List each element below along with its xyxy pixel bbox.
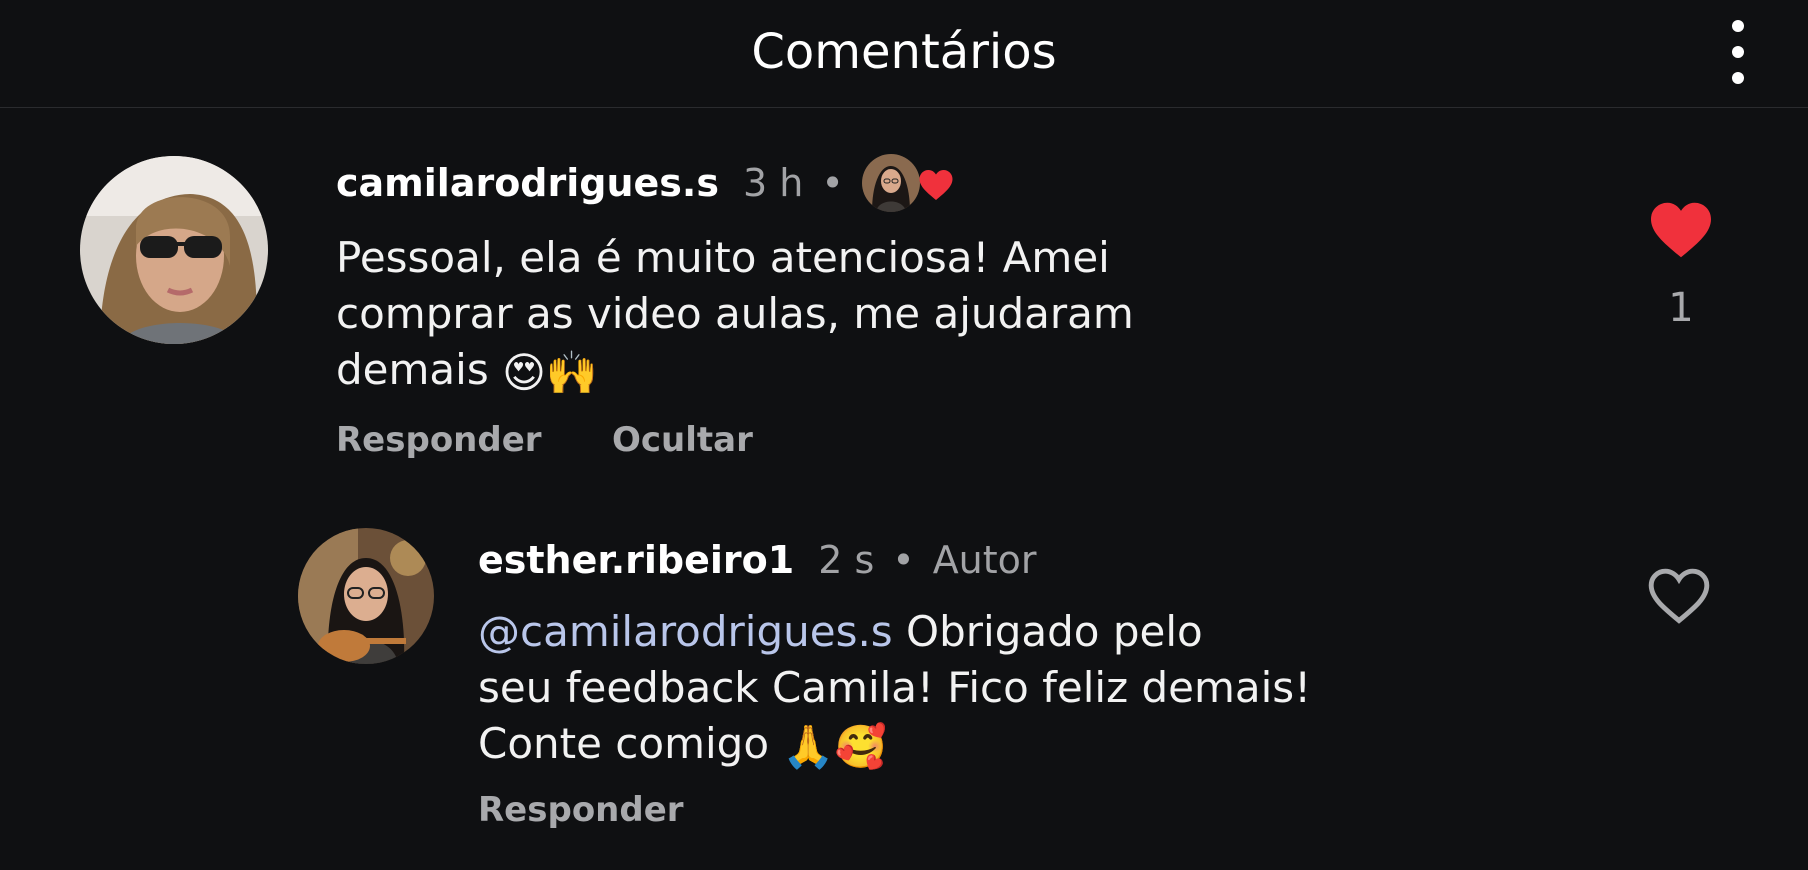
username[interactable]: esther.ribeiro1 — [478, 538, 794, 582]
timestamp: 2 s — [818, 538, 875, 582]
more-options-button[interactable] — [1712, 16, 1764, 92]
page-title: Comentários — [751, 24, 1057, 80]
smiling-face-hearts-emoji: 🥰 — [834, 721, 887, 771]
comment-body: Pessoal, ela é muito atenciosa! Amei com… — [336, 233, 1134, 394]
reply-button[interactable]: Responder — [336, 420, 542, 460]
comment-meta: esther.ribeiro1 2 s • Autor — [478, 534, 1037, 586]
hide-button[interactable]: Ocultar — [612, 420, 753, 460]
like-count: 1 — [1668, 285, 1694, 331]
separator-dot: • — [821, 161, 844, 205]
reply-button[interactable]: Responder — [478, 790, 684, 830]
header: Comentários — [0, 0, 1808, 108]
heart-filled-icon — [1651, 202, 1711, 258]
comment-meta: camilarodrigues.s 3 h • — [336, 152, 972, 214]
separator-dot: • — [892, 538, 915, 582]
like-button[interactable] — [1646, 566, 1712, 626]
heart-outline-icon — [1648, 568, 1710, 624]
author-badge: Autor — [932, 538, 1037, 582]
avatar[interactable] — [298, 528, 434, 664]
heart-eyes-emoji: 😍 — [502, 347, 546, 397]
like-button[interactable] — [1648, 200, 1714, 260]
comment-text: @camilarodrigues.s Obrigado pelo seu fee… — [478, 604, 1478, 775]
mention-link[interactable]: @camilarodrigues.s — [478, 607, 893, 656]
heart-icon — [919, 170, 953, 200]
more-vertical-icon — [1732, 20, 1744, 84]
username[interactable]: camilarodrigues.s — [336, 161, 719, 205]
avatar[interactable] — [80, 156, 268, 344]
timestamp: 3 h — [742, 161, 804, 205]
liked-by-author-indicator — [861, 152, 972, 214]
author-avatar-small — [861, 154, 920, 212]
comment-text: Pessoal, ela é muito atenciosa! Amei com… — [336, 230, 1336, 401]
raised-hands-emoji: 🙌 — [545, 347, 599, 397]
folded-hands-emoji: 🙏 — [782, 721, 835, 771]
